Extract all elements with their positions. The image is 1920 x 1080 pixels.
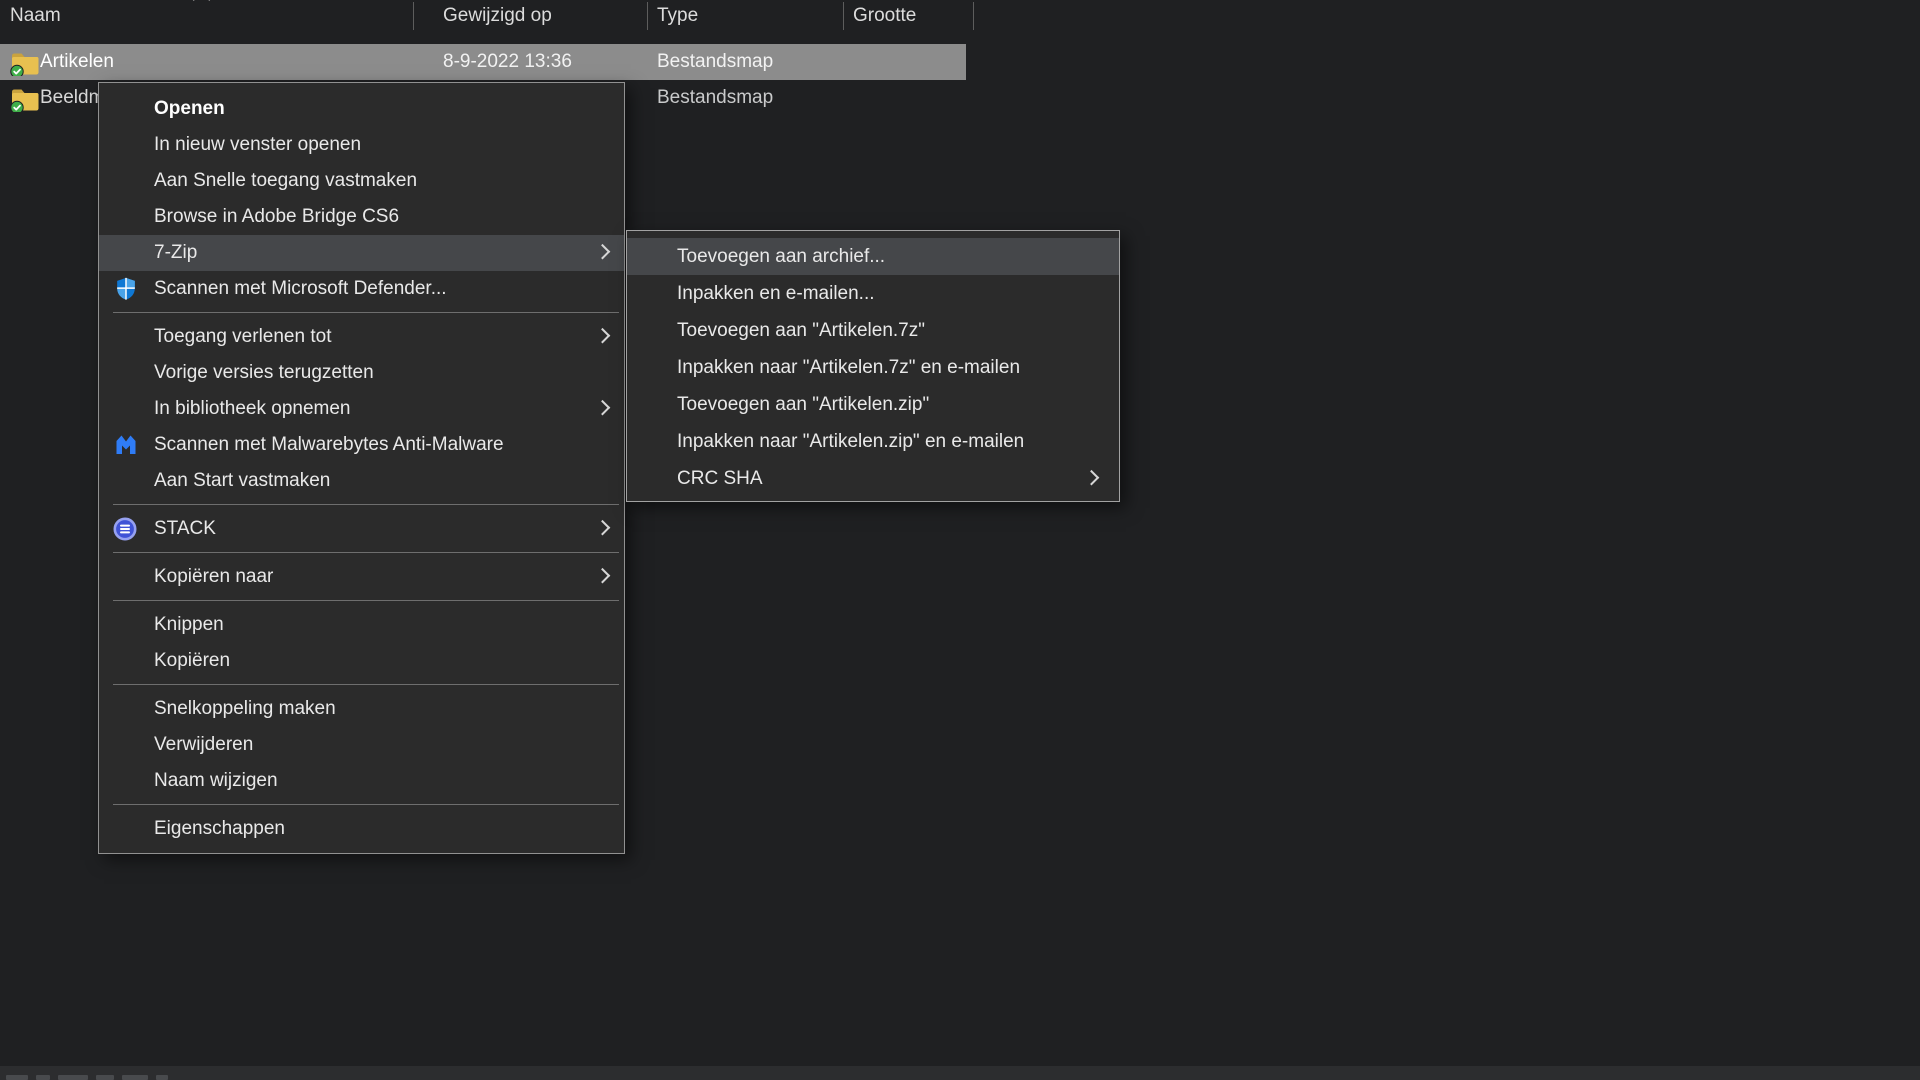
submenu-7zip: Toevoegen aan archief... Inpakken en e-m…: [626, 230, 1120, 502]
column-divider[interactable]: [413, 2, 414, 30]
stack-icon: [113, 517, 139, 543]
menu-item-label: Vorige versies terugzetten: [154, 355, 374, 391]
microsoft-defender-icon: [113, 276, 139, 302]
menu-item-in-bibliotheek-opnemen[interactable]: In bibliotheek opnemen: [99, 391, 624, 427]
menu-item-label: Eigenschappen: [154, 811, 285, 847]
menu-item-label: Openen: [154, 91, 225, 127]
submenu-item-inpakken-en-emailen[interactable]: Inpakken en e-mailen...: [627, 275, 1119, 312]
menu-item-label: In bibliotheek opnemen: [154, 391, 350, 427]
submenu-item-inpakken-naar-artikelen-7z[interactable]: Inpakken naar "Artikelen.7z" en e-mailen: [627, 349, 1119, 386]
column-divider[interactable]: [843, 2, 844, 30]
status-fragment: [122, 1075, 148, 1080]
column-header-type[interactable]: Type: [647, 0, 698, 32]
menu-item-label: Toevoegen aan "Artikelen.zip": [677, 386, 929, 423]
menu-item-label: Toegang verlenen tot: [154, 319, 331, 355]
menu-item-label: Browse in Adobe Bridge CS6: [154, 199, 399, 235]
column-header-grootte[interactable]: Grootte: [843, 0, 916, 32]
menu-item-aan-start-vastmaken[interactable]: Aan Start vastmaken: [99, 463, 624, 499]
menu-item-aan-snelle-toegang-vastmaken[interactable]: Aan Snelle toegang vastmaken: [99, 163, 624, 199]
menu-separator: [113, 504, 619, 505]
column-divider[interactable]: [973, 2, 974, 30]
file-type: Bestandsmap: [657, 44, 773, 80]
status-fragment: [58, 1075, 88, 1080]
folder-icon: [10, 85, 40, 112]
sort-ascending-icon: [192, 0, 210, 9]
menu-item-toegang-verlenen-tot[interactable]: Toegang verlenen tot: [99, 319, 624, 355]
submenu-item-toevoegen-aan-archief[interactable]: Toevoegen aan archief...: [627, 238, 1119, 275]
menu-item-label: Scannen met Malwarebytes Anti-Malware: [154, 427, 504, 463]
menu-item-label: Kopiëren: [154, 643, 230, 679]
menu-separator: [113, 684, 619, 685]
submenu-item-inpakken-naar-artikelen-zip[interactable]: Inpakken naar "Artikelen.zip" en e-maile…: [627, 423, 1119, 460]
submenu-item-toevoegen-aan-artikelen-7z[interactable]: Toevoegen aan "Artikelen.7z": [627, 312, 1119, 349]
submenu-item-crc-sha[interactable]: CRC SHA: [627, 460, 1119, 497]
column-header-naam[interactable]: Naam: [0, 0, 61, 32]
menu-item-label: Scannen met Microsoft Defender...: [154, 271, 447, 307]
chevron-right-icon: [595, 568, 611, 584]
menu-item-label: Inpakken naar "Artikelen.zip" en e-maile…: [677, 423, 1024, 460]
file-name: Artikelen: [40, 44, 114, 80]
menu-item-label: STACK: [154, 511, 216, 547]
menu-item-label: Verwijderen: [154, 727, 253, 763]
menu-item-browse-in-adobe-bridge[interactable]: Browse in Adobe Bridge CS6: [99, 199, 624, 235]
menu-item-label: Aan Start vastmaken: [154, 463, 330, 499]
menu-item-label: Kopiëren naar: [154, 559, 273, 595]
column-divider[interactable]: [647, 2, 648, 30]
menu-item-label: 7-Zip: [154, 235, 197, 271]
menu-item-openen[interactable]: Openen: [99, 91, 624, 127]
menu-item-label: Snelkoppeling maken: [154, 691, 336, 727]
file-row-artikelen[interactable]: Artikelen 8-9-2022 13:36 Bestandsmap: [0, 44, 966, 80]
menu-item-verwijderen[interactable]: Verwijderen: [99, 727, 624, 763]
status-bar: [0, 1066, 1920, 1080]
submenu-item-toevoegen-aan-artikelen-zip[interactable]: Toevoegen aan "Artikelen.zip": [627, 386, 1119, 423]
file-modified-date: 8-9-2022 13:36: [443, 44, 572, 80]
menu-item-label: Toevoegen aan "Artikelen.7z": [677, 312, 925, 349]
menu-item-scannen-met-microsoft-defender[interactable]: Scannen met Microsoft Defender...: [99, 271, 624, 307]
menu-item-naam-wijzigen[interactable]: Naam wijzigen: [99, 763, 624, 799]
file-type: Bestandsmap: [657, 80, 773, 116]
malwarebytes-icon: [113, 432, 139, 458]
chevron-right-icon: [595, 520, 611, 536]
menu-item-label: Aan Snelle toegang vastmaken: [154, 163, 417, 199]
menu-separator: [113, 312, 619, 313]
menu-item-kopieren[interactable]: Kopiëren: [99, 643, 624, 679]
chevron-right-icon: [595, 328, 611, 344]
menu-item-label: Knippen: [154, 607, 224, 643]
chevron-right-icon: [1084, 469, 1100, 485]
column-header-gewijzigd-op[interactable]: Gewijzigd op: [433, 0, 552, 32]
menu-item-in-nieuw-venster-openen[interactable]: In nieuw venster openen: [99, 127, 624, 163]
menu-separator: [113, 600, 619, 601]
menu-item-stack[interactable]: STACK: [99, 511, 624, 547]
chevron-right-icon: [595, 400, 611, 416]
status-fragment: [36, 1075, 50, 1080]
menu-item-eigenschappen[interactable]: Eigenschappen: [99, 811, 624, 847]
status-fragment: [6, 1075, 28, 1080]
menu-item-snelkoppeling-maken[interactable]: Snelkoppeling maken: [99, 691, 624, 727]
status-fragment: [96, 1075, 114, 1080]
menu-item-label: Inpakken en e-mailen...: [677, 275, 875, 312]
menu-separator: [113, 552, 619, 553]
menu-item-vorige-versies-terugzetten[interactable]: Vorige versies terugzetten: [99, 355, 624, 391]
menu-item-knippen[interactable]: Knippen: [99, 607, 624, 643]
clipped-name-area: Beeldm: [0, 80, 98, 116]
menu-item-label: Toevoegen aan archief...: [677, 238, 885, 275]
menu-separator: [113, 804, 619, 805]
menu-item-7zip[interactable]: 7-Zip: [99, 235, 624, 271]
menu-item-label: CRC SHA: [677, 460, 763, 497]
menu-item-kopieren-naar[interactable]: Kopiëren naar: [99, 559, 624, 595]
menu-item-label: In nieuw venster openen: [154, 127, 361, 163]
status-fragment: [156, 1075, 168, 1080]
context-menu: Openen In nieuw venster openen Aan Snell…: [98, 82, 625, 854]
menu-item-label: Naam wijzigen: [154, 763, 278, 799]
menu-item-scannen-met-malwarebytes[interactable]: Scannen met Malwarebytes Anti-Malware: [99, 427, 624, 463]
file-name: Beeldm: [40, 80, 98, 116]
chevron-right-icon: [595, 244, 611, 260]
menu-item-label: Inpakken naar "Artikelen.7z" en e-mailen: [677, 349, 1020, 386]
folder-icon: [10, 49, 40, 76]
